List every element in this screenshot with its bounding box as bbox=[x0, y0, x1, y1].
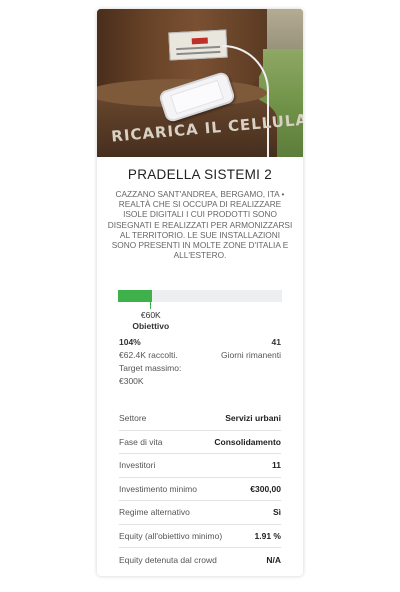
target-marker bbox=[150, 302, 152, 309]
detail-value: 1.91 % bbox=[254, 530, 281, 541]
detail-row: Equity detenuta dal crowd N/A bbox=[119, 548, 281, 572]
days-count: 41 bbox=[271, 337, 281, 347]
detail-label: Equity detenuta dal crowd bbox=[119, 554, 217, 565]
funding-progress: €60K Obiettivo bbox=[118, 290, 282, 331]
funded-percent: 104% bbox=[119, 337, 141, 347]
detail-value: Servizi urbani bbox=[225, 413, 281, 424]
detail-row: Settore Servizi urbani bbox=[119, 407, 281, 431]
funding-stats: 104% 41 €62.4K raccolti. Giorni rimanent… bbox=[119, 336, 281, 388]
detail-value: Consolidamento bbox=[214, 436, 281, 447]
max-target-value: €300K bbox=[119, 376, 144, 386]
target-label: €60K Obiettivo bbox=[126, 310, 176, 332]
max-target-label: Target massimo: bbox=[119, 363, 182, 373]
raised-amount: €62.4K raccolti. bbox=[119, 350, 178, 360]
detail-label: Equity (all'obiettivo minimo) bbox=[119, 530, 223, 541]
project-card[interactable]: RICARICA IL CELLULA PRADELLA SISTEMI 2 C… bbox=[97, 9, 303, 576]
detail-label: Settore bbox=[119, 413, 147, 424]
project-description: CAZZANO SANT'ANDREA, BERGAMO, ITA • REAL… bbox=[107, 189, 293, 261]
detail-label: Investimento minimo bbox=[119, 483, 197, 494]
detail-value: 11 bbox=[272, 460, 281, 471]
detail-value: €300,00 bbox=[250, 483, 281, 494]
progress-bar-fill bbox=[118, 290, 153, 302]
detail-row: Equity (all'obiettivo minimo) 1.91 % bbox=[119, 525, 281, 548]
detail-label: Regime alternativo bbox=[119, 507, 190, 518]
detail-label: Investitori bbox=[119, 460, 156, 471]
details-table: Settore Servizi urbani Fase di vita Consoli… bbox=[119, 407, 281, 572]
detail-value: Sì bbox=[272, 507, 281, 518]
target-amount: €60K bbox=[140, 310, 161, 320]
days-label: Giorni rimanenti bbox=[221, 350, 281, 360]
detail-row: Investimento minimo €300,00 bbox=[119, 478, 281, 501]
detail-row: Regime alternativo Sì bbox=[119, 501, 281, 525]
target-caption: Obiettivo bbox=[132, 321, 170, 331]
project-title[interactable]: PRADELLA SISTEMI 2 bbox=[97, 167, 303, 182]
detail-row: Investitori 11 bbox=[119, 454, 281, 478]
detail-value: N/A bbox=[266, 554, 281, 565]
detail-label: Fase di vita bbox=[119, 436, 163, 447]
pole-sign bbox=[168, 29, 228, 61]
background-wall bbox=[267, 9, 303, 49]
detail-row: Fase di vita Consolidamento bbox=[119, 431, 281, 454]
project-image[interactable]: RICARICA IL CELLULA bbox=[97, 9, 303, 157]
progress-bar bbox=[118, 290, 282, 302]
